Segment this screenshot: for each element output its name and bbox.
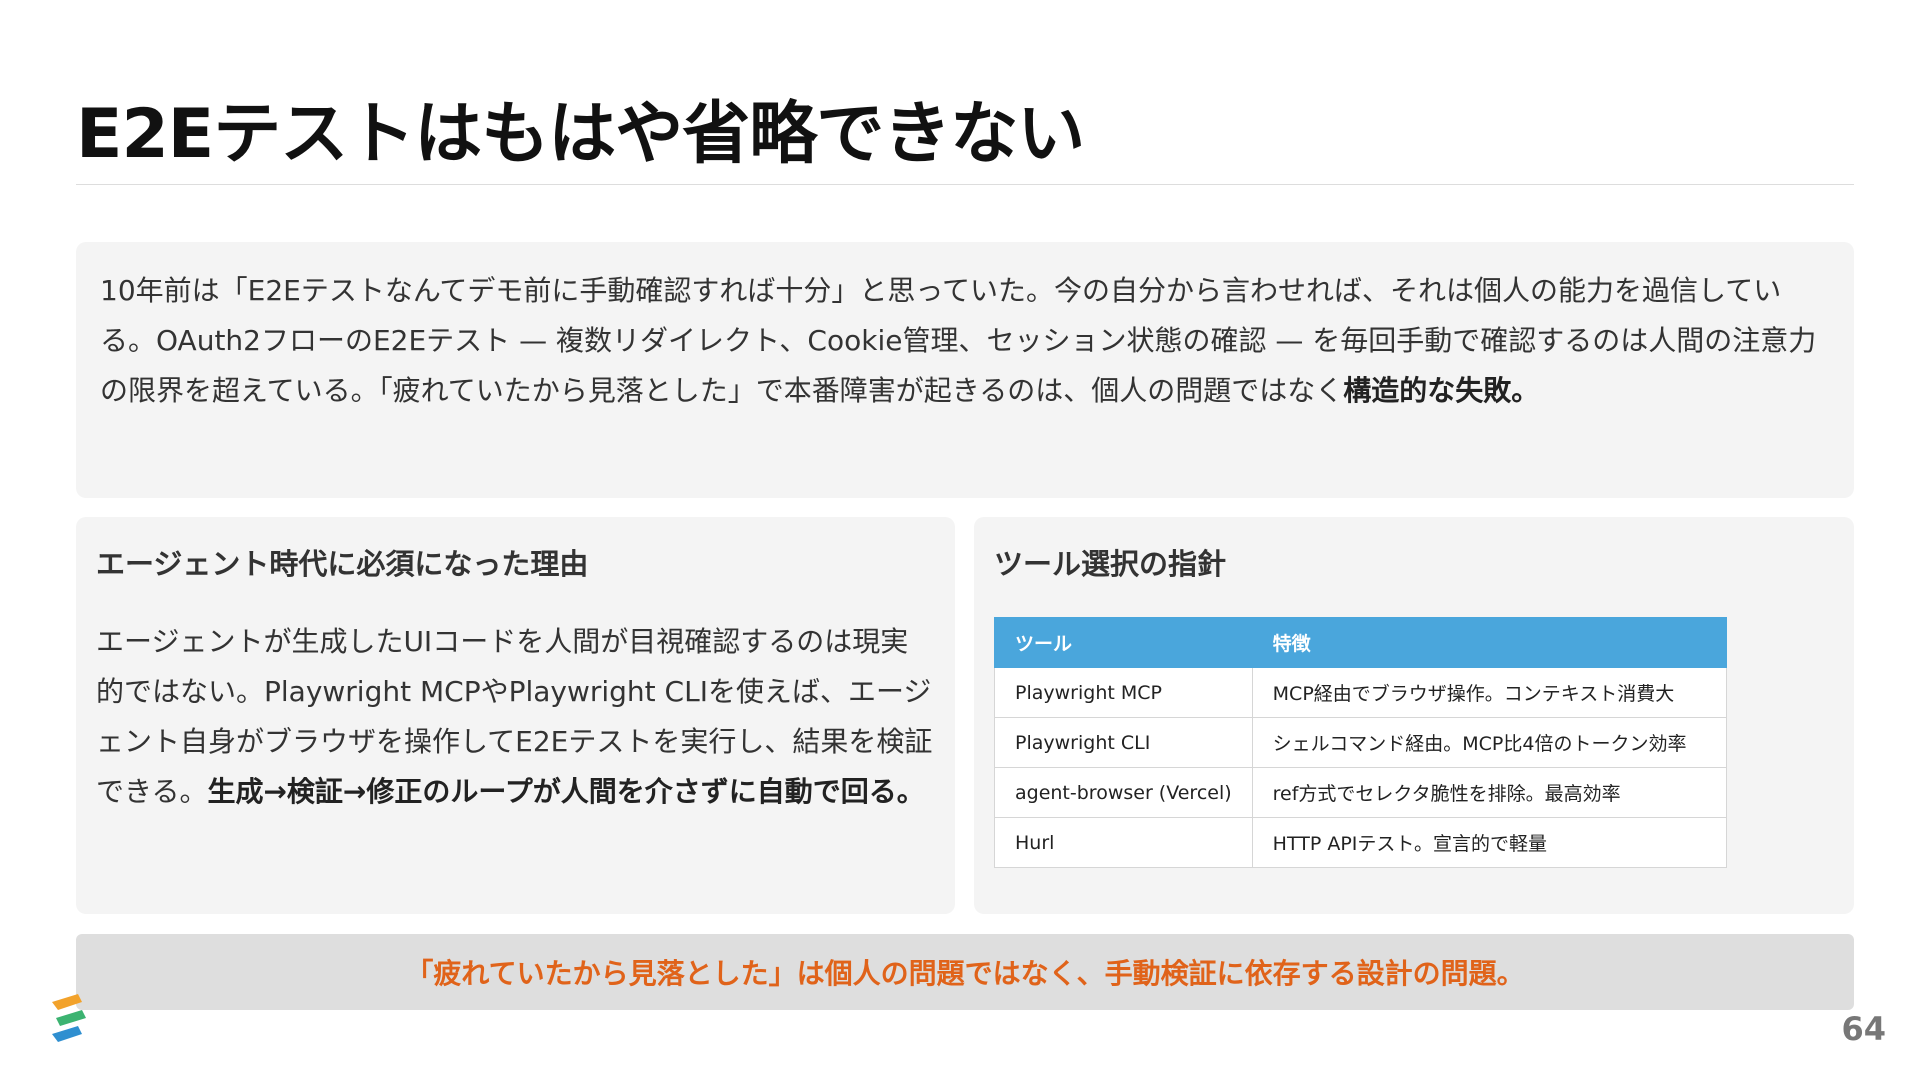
tool-guide-heading: ツール選択の指針 (994, 547, 1227, 581)
reason-paragraph: エージェントが生成したUIコードを人間が目視確認するのは現実的ではない。Play… (96, 617, 935, 817)
tool-name-cell: agent-browser (Vercel) (994, 767, 1253, 818)
table-row: agent-browser (Vercel) ref方式でセレクタ脆性を排除。最… (994, 767, 1728, 818)
tool-feature-cell: MCP経由でブラウザ操作。コンテキスト消費大 (1251, 667, 1728, 718)
tool-feature-cell: シェルコマンド経由。MCP比4倍のトークン効率 (1251, 717, 1728, 768)
slide-title: E2Eテストはもはや省略できない (76, 95, 1085, 174)
tool-name-cell: Playwright MCP (994, 667, 1253, 718)
table-row: Hurl HTTP APIテスト。宣言的で軽量 (994, 817, 1728, 868)
tool-feature-cell: ref方式でセレクタ脆性を排除。最高効率 (1251, 767, 1728, 818)
tool-name-cell: Hurl (994, 817, 1253, 868)
reason-card: エージェント時代に必須になった理由 エージェントが生成したUIコードを人間が目視… (76, 517, 955, 914)
title-divider (76, 184, 1854, 185)
table-row: Playwright CLI シェルコマンド経由。MCP比4倍のトークン効率 (994, 717, 1728, 768)
intro-emphasis: 構造的な失敗。 (1343, 374, 1540, 407)
intro-text: 10年前は「E2Eテストなんてデモ前に手動確認すれば十分」と思っていた。今の自分… (100, 274, 1817, 407)
reason-heading: エージェント時代に必須になった理由 (96, 547, 589, 581)
conclusion-callout: 「疲れていたから見落とした」は個人の問題ではなく、手動検証に依存する設計の問題。 (76, 934, 1854, 1010)
table-row: Playwright MCP MCP経由でブラウザ操作。コンテキスト消費大 (994, 667, 1728, 718)
tool-table-header-row: ツール 特徴 (994, 617, 1728, 668)
tool-table: ツール 特徴 Playwright MCP MCP経由でブラウザ操作。コンテキス… (994, 617, 1728, 868)
tool-guide-card: ツール選択の指針 ツール 特徴 Playwright MCP MCP経由でブラウ… (974, 517, 1854, 914)
intro-paragraph: 10年前は「E2Eテストなんてデモ前に手動確認すれば十分」と思っていた。今の自分… (100, 266, 1830, 416)
tool-name-cell: Playwright CLI (994, 717, 1253, 768)
feature-column-header: 特徴 (1251, 617, 1728, 668)
brand-logo-icon (48, 990, 90, 1046)
reason-emphasis: 生成→検証→修正のループが人間を介さずに自動で回る。 (207, 775, 925, 808)
page-number: 64 (1841, 1010, 1886, 1048)
intro-box: 10年前は「E2Eテストなんてデモ前に手動確認すれば十分」と思っていた。今の自分… (76, 242, 1854, 498)
tool-feature-cell: HTTP APIテスト。宣言的で軽量 (1251, 817, 1728, 868)
tool-column-header: ツール (994, 617, 1253, 668)
conclusion-text: 「疲れていたから見落とした」は個人の問題ではなく、手動検証に依存する設計の問題。 (405, 957, 1525, 990)
